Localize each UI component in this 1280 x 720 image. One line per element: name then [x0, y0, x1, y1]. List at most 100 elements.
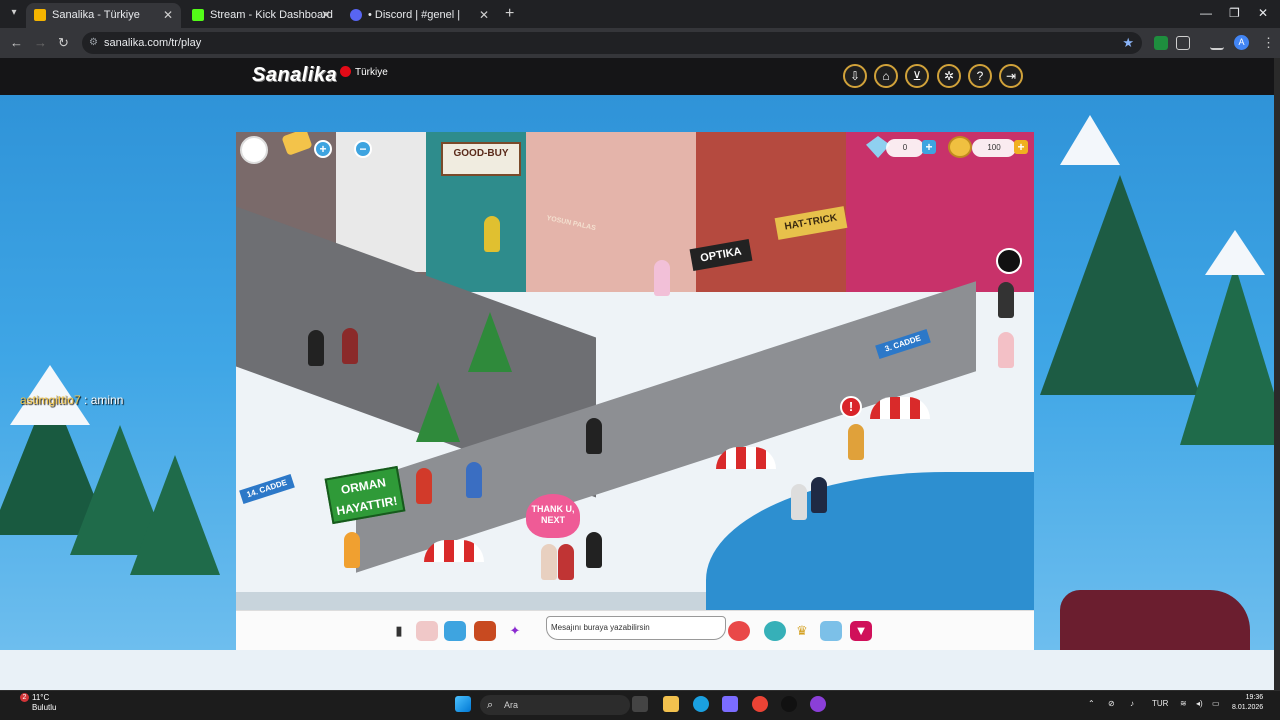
language-indicator[interactable]: TUR — [1152, 699, 1168, 708]
speech-bubble: THANK U, NEXT — [526, 494, 580, 538]
avatar-character[interactable] — [654, 260, 670, 296]
pine-tree-image — [130, 455, 220, 575]
address-bar-row: ← → ↻ ⚙ sanalika.com/tr/play ★ ⋮ — [0, 28, 1280, 58]
close-window-button[interactable]: ✕ — [1258, 6, 1268, 20]
forward-button[interactable]: → — [34, 35, 47, 50]
alert-icon[interactable]: ! — [840, 396, 862, 418]
add-diamonds-button[interactable]: + — [922, 140, 936, 154]
network-off-icon[interactable]: ⊘ — [1108, 699, 1115, 708]
avatar-character[interactable] — [416, 468, 432, 504]
battery-icon[interactable]: ▭ — [1212, 699, 1220, 708]
sanalika-favicon-icon — [34, 9, 46, 21]
avatar-character[interactable] — [586, 418, 602, 454]
cart-icon[interactable]: ⊻ — [905, 64, 929, 88]
url-field[interactable]: ⚙ sanalika.com/tr/play ★ — [82, 32, 1142, 54]
pine-tree-image — [1040, 175, 1200, 395]
inventory-icon[interactable] — [474, 621, 496, 641]
reload-button[interactable]: ↻ — [58, 35, 69, 51]
tab-search-menu-icon[interactable]: ▾ — [6, 5, 22, 21]
close-icon[interactable]: ✕ — [163, 3, 173, 28]
settings-icon[interactable]: ✲ — [937, 64, 961, 88]
tab-kick-dashboard[interactable]: Stream - Kick Dashboard ✕ — [184, 3, 339, 28]
bookmark-star-icon[interactable]: ★ — [1122, 32, 1134, 54]
download-icon[interactable]: ⇩ — [843, 64, 867, 88]
pine-tree-image — [468, 312, 512, 372]
dance-icon[interactable]: ✦ — [504, 621, 526, 641]
maximize-button[interactable]: ❐ — [1229, 6, 1240, 20]
site-info-icon[interactable]: ⚙ — [89, 32, 98, 54]
avatar-character[interactable] — [811, 477, 827, 513]
extension-icon[interactable] — [1154, 36, 1168, 50]
avatar-character[interactable] — [558, 544, 574, 580]
avatar-character[interactable] — [308, 330, 324, 366]
avatar-character[interactable] — [791, 484, 807, 520]
new-tab-button[interactable]: + — [505, 5, 514, 23]
umbrella — [716, 447, 776, 469]
back-button[interactable]: ← — [10, 35, 23, 50]
task-view-icon[interactable] — [632, 696, 648, 712]
snow-ground — [0, 650, 1280, 690]
profile-avatar[interactable]: A — [1234, 35, 1249, 50]
menu-dropdown-icon[interactable]: ▼ — [850, 621, 872, 641]
clock[interactable]: 19:36 8.01.2026 — [1232, 693, 1263, 713]
minimize-button[interactable]: — — [1200, 6, 1212, 20]
obs-icon[interactable] — [781, 696, 797, 712]
wifi-icon[interactable]: ≋ — [1180, 699, 1187, 708]
logout-icon[interactable]: ⇥ — [999, 64, 1023, 88]
tab-title: Stream - Kick Dashboard — [210, 9, 333, 21]
taskbar-search[interactable]: ⌕ Ara — [480, 695, 630, 715]
chrome-icon[interactable] — [752, 696, 768, 712]
browser-menu-icon[interactable]: ⋮ — [1262, 35, 1275, 51]
snowcap-image — [1205, 230, 1265, 275]
home-icon[interactable]: ⌂ — [874, 64, 898, 88]
zoom-in-button[interactable]: + — [314, 140, 332, 158]
diamond-count: 0 — [886, 139, 924, 157]
app-icon[interactable] — [810, 696, 826, 712]
clothing-icon[interactable] — [444, 621, 466, 641]
weather-badge: 2 — [20, 693, 29, 702]
avatar-character[interactable] — [998, 282, 1014, 318]
weather-widget[interactable]: 11°C Bulutlu — [32, 693, 56, 713]
close-icon[interactable]: ✕ — [321, 3, 331, 28]
avatar-character[interactable] — [342, 328, 358, 364]
copilot-icon[interactable] — [722, 696, 738, 712]
volume-icon[interactable]: ◂) — [1196, 699, 1203, 708]
tray-overflow-icon[interactable]: ⌃ — [1088, 699, 1095, 708]
profile-avatar[interactable] — [240, 136, 268, 164]
phone-icon[interactable]: ▮ — [388, 621, 410, 641]
add-coins-button[interactable]: + — [1014, 140, 1028, 154]
emotes-icon[interactable] — [416, 621, 438, 641]
friends-icon[interactable] — [764, 621, 786, 641]
file-explorer-icon[interactable] — [663, 696, 679, 712]
chat-bubbles-icon[interactable] — [728, 621, 750, 641]
avatar-character[interactable] — [466, 462, 482, 498]
avatar-character[interactable] — [344, 532, 360, 568]
url-text: sanalika.com/tr/play — [104, 37, 202, 49]
avatar-character[interactable] — [998, 332, 1014, 368]
emote-face-icon[interactable] — [996, 248, 1022, 274]
game-viewport[interactable]: GOOD-BUY OPTIKA HAT-TRICK YOSUN PALAS 3.… — [236, 132, 1034, 650]
reading-list-icon[interactable] — [1210, 36, 1224, 50]
avatar-character[interactable] — [541, 544, 557, 580]
tab-sanalika[interactable]: Sanalika - Türkiye ✕ — [26, 3, 181, 28]
windows-start-icon[interactable] — [455, 696, 471, 712]
tab-discord[interactable]: • Discord | #genel | survivo ✕ — [342, 3, 497, 46]
overlay-chat-message: astimgittio7 : aminn — [20, 393, 124, 407]
avatar-character[interactable] — [484, 216, 500, 252]
snowcap-image — [1060, 115, 1120, 165]
zoom-out-button[interactable]: − — [354, 140, 372, 158]
trophy-icon[interactable]: ♛ — [791, 621, 813, 641]
extensions-puzzle-icon[interactable] — [1176, 36, 1190, 50]
help-icon[interactable]: ? — [968, 64, 992, 88]
microphone-icon[interactable]: ♪ — [1130, 699, 1134, 708]
avatar-character[interactable] — [848, 424, 864, 460]
pine-tree-image — [1180, 265, 1280, 445]
edge-icon[interactable] — [693, 696, 709, 712]
page-scrollbar[interactable] — [1274, 58, 1280, 690]
sanalika-logo[interactable]: Sanalika — [252, 64, 337, 87]
chat-input[interactable]: Mesajını buraya yazabilirsin — [546, 616, 726, 640]
close-icon[interactable]: ✕ — [479, 3, 489, 28]
pine-tree-image — [416, 382, 460, 442]
room-icon[interactable] — [820, 621, 842, 641]
avatar-character[interactable] — [586, 532, 602, 568]
